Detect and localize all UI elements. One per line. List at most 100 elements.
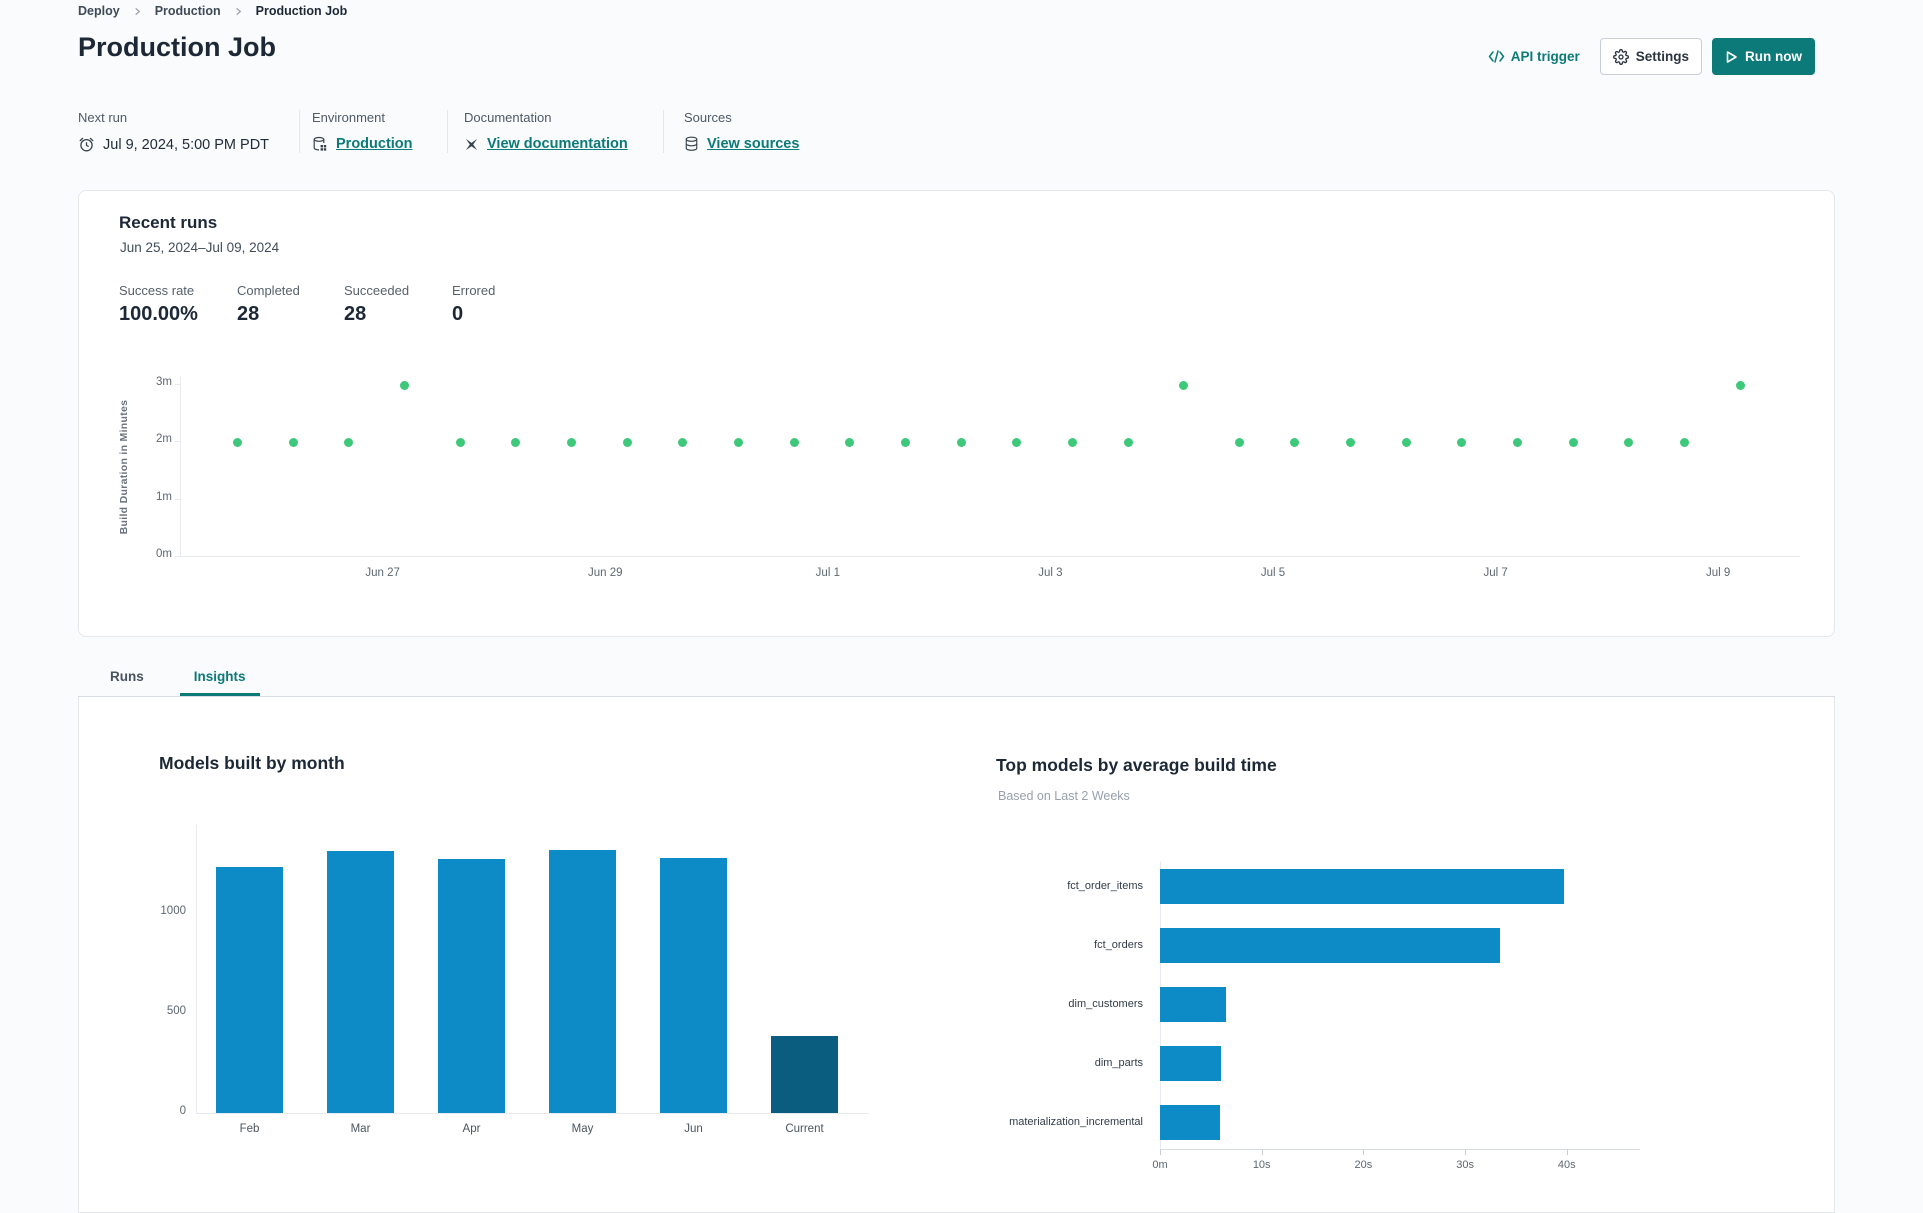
alarm-clock-icon	[78, 136, 95, 153]
top-models-hbar-chart: fct_order_items fct_orders dim_customersdi…	[79, 697, 1836, 1213]
x-tick-mark	[1465, 1149, 1467, 1155]
bar	[1160, 987, 1227, 1022]
scatter-point	[1568, 438, 1578, 448]
x-axis-line	[180, 556, 1800, 557]
breadcrumb-production[interactable]: Production	[155, 4, 221, 18]
x-tick-label: 0m	[1152, 1159, 1168, 1171]
category-label: dim_parts	[1094, 1056, 1143, 1069]
x-tick-mark	[1261, 1149, 1263, 1155]
x-tick-label: Jul 5	[1260, 567, 1286, 579]
meta-sources: Sources View sources	[664, 110, 799, 153]
tab-runs[interactable]: Runs	[96, 660, 158, 696]
run-now-label: Run now	[1745, 49, 1802, 64]
scatter-point	[233, 438, 243, 448]
scatter-point	[1624, 438, 1634, 448]
y-tick-mark	[175, 383, 180, 385]
scatter-point	[1179, 380, 1189, 390]
scatter-point	[1012, 438, 1022, 448]
scatter-point	[1679, 438, 1689, 448]
scatter-point	[845, 438, 855, 448]
category-label: dim_customers	[1068, 997, 1143, 1010]
scatter-point	[511, 438, 521, 448]
documentation-label: Documentation	[464, 110, 552, 125]
meta-next-run: Next run Jul 9, 2024, 5:00 PM PDT	[78, 110, 299, 153]
code-icon	[1488, 50, 1505, 63]
x-tick-label: Jul 9	[1706, 567, 1731, 579]
page-title: Production Job	[78, 32, 276, 62]
y-tick-label: 3m	[156, 375, 172, 388]
scatter-point	[1735, 380, 1745, 390]
insights-card: Models built by month Top models by aver…	[78, 697, 1835, 1213]
header-actions: API trigger Settings Run now	[1488, 38, 1815, 75]
x-tick-label: Jul 7	[1483, 567, 1508, 579]
settings-button[interactable]: Settings	[1599, 38, 1702, 75]
scatter-point	[733, 438, 743, 448]
x-tick-label: Jun 27	[365, 567, 400, 579]
breadcrumb: Deploy Production Production Job	[78, 4, 347, 18]
scatter-point	[1290, 438, 1300, 448]
x-tick-label: Jul 3	[1038, 567, 1063, 579]
bar	[1160, 869, 1564, 904]
api-trigger-link[interactable]: API trigger	[1488, 49, 1580, 64]
scatter-point	[1067, 438, 1077, 448]
tab-bar: Runs Insights	[78, 660, 1835, 697]
x-tick-mark	[1160, 1149, 1161, 1155]
x-tick-mark	[1566, 1149, 1568, 1155]
chevron-right-icon	[133, 7, 142, 16]
api-trigger-label: API trigger	[1510, 49, 1580, 64]
bar	[1160, 1105, 1220, 1140]
scatter-point	[956, 438, 966, 448]
job-meta-row: Next run Jul 9, 2024, 5:00 PM PDT Enviro…	[78, 110, 799, 153]
scatter-point	[1234, 438, 1244, 448]
category-label: fct_order_items	[1067, 879, 1143, 892]
breadcrumb-deploy[interactable]: Deploy	[78, 4, 120, 18]
sources-label: Sources	[684, 110, 732, 125]
scatter-point	[622, 438, 632, 448]
scatter-point	[1513, 438, 1523, 448]
y-tick-mark	[175, 441, 180, 442]
scatter-point	[1346, 438, 1356, 448]
y-tick-label: 0m	[156, 548, 172, 560]
scatter-point	[344, 438, 354, 448]
tab-insights[interactable]: Insights	[179, 660, 260, 696]
y-tick-mark	[175, 498, 180, 500]
database-icon	[684, 136, 699, 152]
environment-label: Environment	[312, 110, 385, 125]
y-tick-mark	[175, 556, 180, 557]
next-run-label: Next run	[78, 110, 128, 125]
scatter-point	[400, 380, 410, 390]
x-tick-label: 30s	[1456, 1159, 1474, 1171]
x-tick-label: Jul 1	[815, 567, 840, 579]
scatter-point	[900, 438, 910, 448]
y-tick-label: 2m	[156, 433, 172, 445]
x-axis-line	[1160, 1149, 1640, 1150]
meta-environment: Environment Production	[300, 110, 447, 153]
run-now-button[interactable]: Run now	[1712, 38, 1815, 75]
settings-label: Settings	[1635, 49, 1689, 64]
view-sources-link[interactable]: View sources	[707, 136, 799, 152]
scatter-point	[1401, 438, 1411, 448]
scatter-point	[1123, 438, 1133, 448]
bar	[1160, 1046, 1222, 1081]
dbt-docs-icon	[464, 137, 479, 152]
environment-icon	[312, 136, 328, 152]
category-label: fct_orders	[1094, 938, 1143, 951]
production-job-page: { "breadcrumb": { "items": [ {"label":"D…	[0, 0, 1923, 1213]
view-documentation-link[interactable]: View documentation	[487, 136, 628, 152]
category-label: materialization_incremental	[1009, 1115, 1143, 1128]
scatter-point	[678, 438, 688, 448]
bar	[1160, 928, 1500, 963]
x-tick-label: 20s	[1354, 1159, 1373, 1171]
scatter-point	[789, 438, 799, 448]
x-tick-mark	[1363, 1149, 1365, 1155]
scatter-point	[1457, 438, 1467, 448]
environment-link[interactable]: Production	[336, 136, 413, 152]
meta-documentation: Documentation View documentation	[448, 110, 663, 153]
scatter-point	[567, 438, 577, 448]
x-tick-label: 10s	[1252, 1159, 1271, 1171]
next-run-value: Jul 9, 2024, 5:00 PM PDT	[103, 136, 270, 153]
scatter-point	[288, 438, 298, 448]
breadcrumb-production-job: Production Job	[255, 4, 348, 18]
build-duration-scatter-chart: 0m 1m 2m 3m Jun 27 Jun 29 Jul 1 Jul 3 Jul 5 Jul 7…	[79, 191, 1836, 638]
play-icon	[1725, 50, 1738, 64]
